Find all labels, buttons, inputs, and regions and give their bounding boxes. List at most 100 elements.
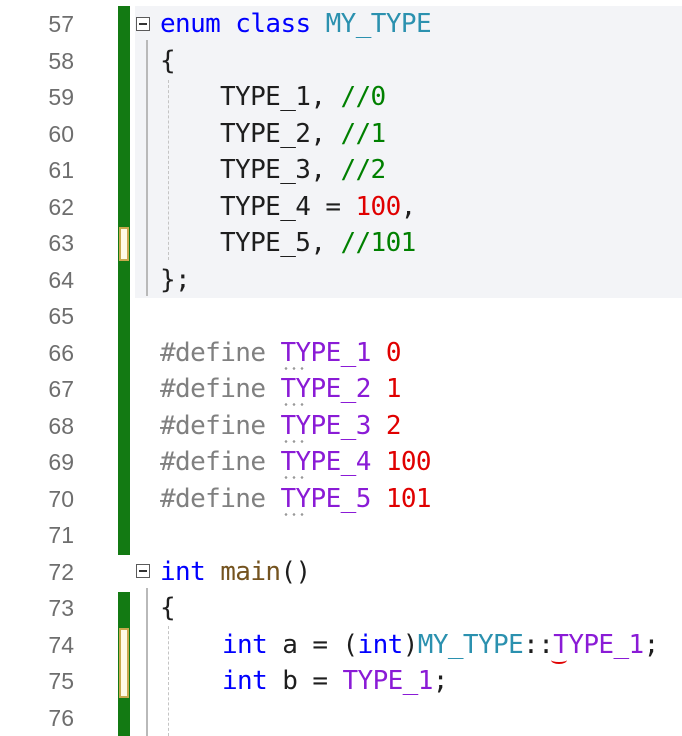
code-line-63[interactable]: TYPE_5, //101: [220, 225, 416, 262]
line-number: 74: [48, 631, 74, 658]
code-line-68[interactable]: #define TYPE_3 2: [160, 408, 401, 445]
keyword: int: [222, 666, 268, 696]
code-editor[interactable]: 57 58 59 60 61 62 63 64 65 66 67 68 69 7…: [0, 0, 682, 736]
indent-guide: [168, 626, 169, 736]
code-line-62[interactable]: TYPE_4 = 100,: [220, 189, 416, 226]
variable: a: [282, 629, 298, 660]
preprocessor-directive: #define: [160, 447, 266, 477]
brace: {: [160, 45, 176, 76]
semicolon: ;: [432, 666, 449, 696]
line-number: 67: [48, 376, 74, 402]
comment: //101: [340, 228, 416, 258]
collapse-icon[interactable]: [136, 564, 150, 578]
code-line-67[interactable]: #define TYPE_2 1: [160, 371, 401, 408]
macro-name: TYPE_3: [280, 410, 371, 441]
code-line-72[interactable]: int main(): [160, 554, 311, 591]
code-line-64[interactable]: };: [160, 262, 191, 299]
preprocessor-directive: #define: [160, 410, 266, 441]
comment: //0: [340, 82, 386, 112]
keyword: class: [235, 9, 311, 39]
paren: ): [402, 629, 419, 660]
number-literal: 100: [385, 447, 432, 477]
error-squiggle[interactable]: T: [553, 630, 569, 660]
punctuation: ,: [310, 82, 326, 112]
keyword: int: [222, 629, 268, 660]
preprocessor-directive: #define: [160, 483, 266, 514]
code-line-60[interactable]: TYPE_2, //1: [220, 116, 386, 153]
line-number: 72: [48, 558, 74, 585]
macro-name: TYPE_5: [280, 483, 371, 514]
number-literal: 0: [385, 337, 402, 368]
code-line-74[interactable]: int a = (int)MY_TYPE::TYPE_1;: [222, 627, 659, 664]
enum-name: MY_TYPE: [417, 629, 524, 660]
line-number: 60: [48, 120, 74, 147]
number-literal: 100: [355, 191, 402, 222]
parens: (): [280, 556, 311, 587]
line-number: 69: [48, 449, 74, 475]
code-line-59[interactable]: TYPE_1, //0: [220, 79, 386, 116]
line-number: 57: [48, 11, 74, 37]
punctuation: ,: [400, 191, 417, 222]
line-number: 63: [48, 230, 74, 256]
code-line-57[interactable]: enum class MY_TYPE: [160, 6, 432, 43]
line-number: 58: [48, 47, 74, 74]
enum-member: TYPE_1: [220, 82, 311, 112]
enum-member: TYPE_2: [220, 118, 311, 149]
paren: (: [342, 629, 358, 660]
indent-guide: [168, 80, 169, 260]
line-number: 65: [48, 303, 74, 329]
change-bar: [118, 6, 130, 555]
number-literal: 1: [385, 374, 402, 404]
line-number: 76: [48, 704, 74, 731]
fold-guide: [146, 40, 148, 296]
code-line-69[interactable]: #define TYPE_4 100: [160, 444, 432, 481]
number-literal: 2: [385, 410, 402, 441]
comment: //1: [340, 118, 386, 149]
enum-member: TYPE_3: [220, 155, 311, 185]
macro-name: TYPE_1: [342, 666, 433, 696]
punctuation: ,: [310, 155, 326, 185]
keyword: int: [357, 629, 404, 660]
code-line-66[interactable]: #define TYPE_1 0: [160, 335, 401, 372]
enum-member: YPE_1: [568, 629, 644, 660]
brace: {: [160, 593, 176, 623]
code-line-75[interactable]: int b = TYPE_1;: [222, 663, 448, 700]
preprocessor-directive: #define: [160, 374, 266, 404]
line-number: 64: [48, 266, 74, 293]
code-line-70[interactable]: #define TYPE_5 101: [160, 481, 432, 518]
scope-operator: ::: [523, 629, 554, 660]
number-literal: 101: [385, 483, 432, 514]
line-number: 73: [48, 595, 74, 621]
line-number: 71: [48, 522, 74, 548]
line-number: 59: [48, 84, 74, 110]
saved-change-marker: [119, 628, 129, 698]
line-number: 70: [48, 485, 74, 512]
code-line-73[interactable]: {: [160, 590, 176, 627]
comment: //2: [340, 155, 386, 185]
keyword: enum: [160, 9, 221, 39]
code-line-58[interactable]: {: [160, 43, 176, 80]
fold-guide: [146, 588, 148, 736]
macro-name: TYPE_2: [280, 374, 371, 404]
operator: =: [310, 191, 356, 222]
operator: =: [297, 629, 343, 660]
punctuation: ,: [310, 228, 326, 258]
macro-name: TYPE_1: [280, 337, 371, 368]
collapse-icon[interactable]: [136, 17, 150, 31]
enum-member: TYPE_5: [220, 228, 311, 258]
enum-member: TYPE_4: [220, 191, 311, 222]
keyword: int: [160, 556, 206, 587]
line-number: 66: [48, 339, 74, 366]
closing-brace: };: [160, 264, 191, 295]
saved-change-marker: [119, 227, 129, 261]
enum-name: MY_TYPE: [325, 9, 432, 39]
line-number: 62: [48, 193, 74, 220]
variable: b: [282, 666, 298, 696]
operator: =: [297, 666, 343, 696]
line-number: 68: [48, 412, 74, 439]
punctuation: ,: [310, 118, 326, 149]
code-line-61[interactable]: TYPE_3, //2: [220, 152, 386, 189]
function-name: main: [220, 556, 281, 587]
line-number: 61: [48, 157, 74, 183]
semicolon: ;: [643, 629, 660, 660]
